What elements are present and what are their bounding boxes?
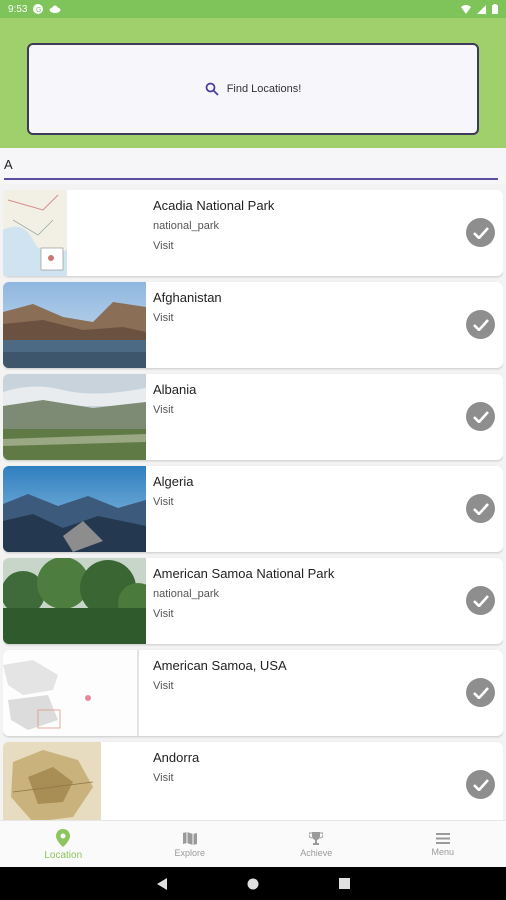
- location-thumbnail-map: [3, 190, 67, 276]
- location-card[interactable]: Acadia National Park national_park Visit: [3, 190, 503, 276]
- menu-icon: [435, 832, 450, 844]
- nav-explore[interactable]: Explore: [127, 821, 254, 868]
- nav-explore-label: Explore: [174, 847, 205, 858]
- location-title: Andorra: [153, 750, 200, 765]
- home-icon[interactable]: [247, 878, 259, 890]
- nav-achieve-label: Achieve: [300, 847, 333, 858]
- location-thumbnail-map: [3, 650, 139, 736]
- location-title: Albania: [153, 382, 197, 397]
- location-visit-label: Visit: [153, 680, 174, 692]
- visited-check-icon[interactable]: [466, 402, 495, 431]
- locations-list[interactable]: Acadia National Park national_park Visit…: [3, 190, 503, 820]
- location-visit-label: Visit: [153, 404, 174, 416]
- nav-menu[interactable]: Menu: [380, 821, 506, 868]
- visited-check-icon[interactable]: [466, 586, 495, 615]
- search-icon: [205, 82, 219, 96]
- status-time: 9:53: [8, 3, 28, 15]
- location-visit-label: Visit: [153, 312, 174, 324]
- location-visit-label: Visit: [153, 240, 174, 252]
- wifi-icon: [461, 4, 471, 14]
- location-card[interactable]: Algeria Visit: [3, 466, 503, 552]
- location-thumbnail-map: [3, 742, 101, 820]
- battery-icon: [492, 4, 498, 14]
- map-icon: [182, 831, 197, 845]
- back-icon[interactable]: [156, 877, 167, 890]
- nav-menu-label: Menu: [431, 846, 454, 857]
- signal-icon: [477, 4, 486, 14]
- cloud-icon: [49, 5, 61, 13]
- bottom-navigation: Location Explore Achieve Menu: [0, 820, 506, 868]
- visited-check-icon[interactable]: [466, 218, 495, 247]
- search-input[interactable]: [4, 150, 498, 178]
- location-card[interactable]: Albania Visit: [3, 374, 503, 460]
- search-underline: [4, 178, 498, 180]
- location-thumbnail-photo: [3, 558, 146, 644]
- location-pin-icon: [56, 828, 71, 847]
- system-navigation-bar: [0, 867, 506, 900]
- svg-text:G: G: [36, 7, 41, 14]
- nav-location-label: Location: [44, 849, 83, 861]
- visited-check-icon[interactable]: [466, 770, 495, 799]
- nav-achieve[interactable]: Achieve: [253, 821, 380, 868]
- find-locations-label: Find Locations!: [226, 83, 302, 95]
- find-locations-button[interactable]: Find Locations!: [27, 43, 479, 135]
- location-card[interactable]: Afghanistan Visit: [3, 282, 503, 368]
- location-title: American Samoa National Park: [153, 566, 335, 581]
- location-title: Acadia National Park: [153, 198, 275, 213]
- location-type: national_park: [153, 588, 220, 600]
- location-thumbnail-photo: [3, 374, 146, 460]
- location-type: national_park: [153, 220, 220, 232]
- visited-check-icon[interactable]: [466, 678, 495, 707]
- app-notification-icon: G: [33, 4, 44, 14]
- trophy-icon: [309, 831, 324, 845]
- location-card[interactable]: American Samoa, USA Visit: [3, 650, 503, 736]
- location-visit-label: Visit: [153, 608, 174, 620]
- location-title: Algeria: [153, 474, 194, 489]
- visited-check-icon[interactable]: [466, 494, 495, 523]
- location-title: Afghanistan: [153, 290, 222, 305]
- location-thumbnail-photo: [3, 466, 146, 552]
- recents-icon[interactable]: [338, 878, 350, 889]
- location-card[interactable]: American Samoa National Park national_pa…: [3, 558, 503, 644]
- status-bar: 9:53 G: [0, 0, 506, 18]
- location-title: American Samoa, USA: [153, 658, 287, 673]
- visited-check-icon[interactable]: [466, 310, 495, 339]
- location-visit-label: Visit: [153, 772, 174, 784]
- location-visit-label: Visit: [153, 496, 174, 508]
- nav-location[interactable]: Location: [0, 821, 127, 868]
- location-card[interactable]: Andorra Visit: [3, 742, 503, 820]
- location-thumbnail-photo: [3, 282, 146, 368]
